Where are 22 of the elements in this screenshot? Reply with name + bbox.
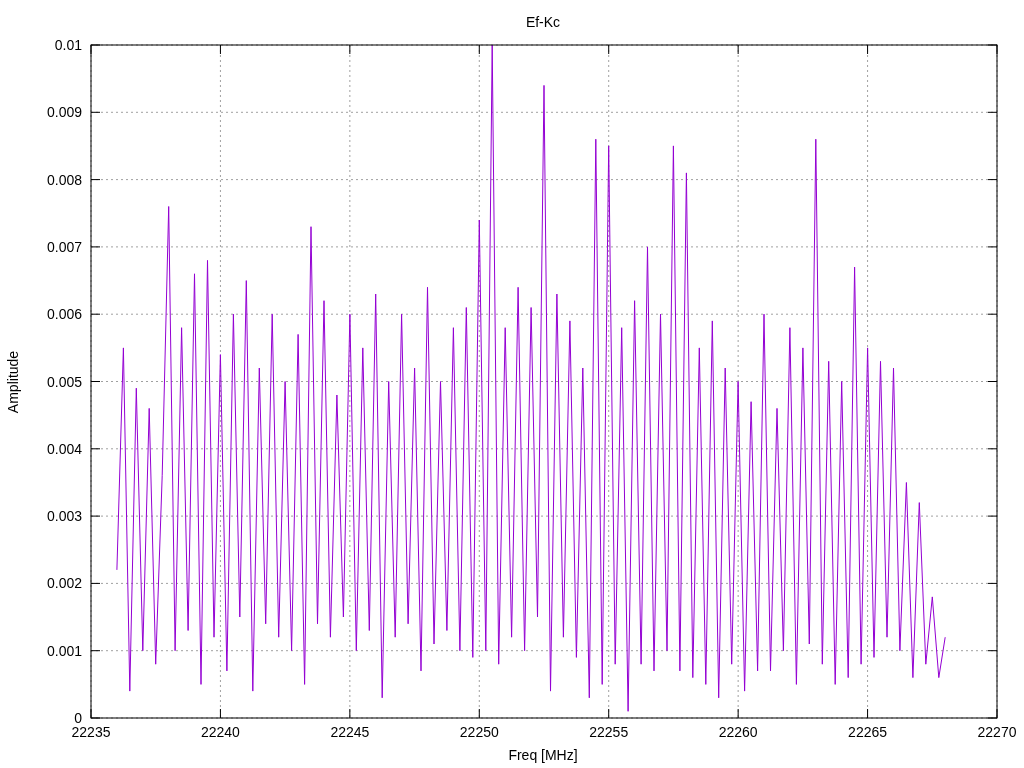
tick-label: 0.01	[54, 37, 82, 53]
tick-label: 22265	[848, 724, 888, 740]
y-axis-label: Amplitude	[5, 350, 21, 414]
tick-label: 22260	[718, 724, 758, 740]
x-axis-label: Freq [MHz]	[508, 747, 578, 763]
tick-label: 0.008	[46, 171, 82, 188]
tick-label: 0	[74, 710, 82, 726]
tick-label: 0.003	[46, 508, 82, 525]
tick-label: 0.005	[46, 373, 82, 390]
tick-label: 22235	[71, 724, 111, 740]
tick-label: 0.004	[46, 440, 82, 457]
chart-title: Ef-Kc	[525, 14, 561, 30]
tick-label: 22250	[459, 724, 499, 740]
tick-label: 0.006	[46, 306, 82, 323]
tick-label: 22270	[977, 724, 1017, 740]
tick-label: 0.002	[46, 575, 82, 592]
tick-label: 22245	[330, 724, 370, 740]
tick-label: 0.009	[46, 104, 82, 121]
tick-label: 0.001	[46, 642, 82, 659]
tick-label: 22255	[589, 724, 629, 740]
tick-label: 22240	[200, 724, 240, 740]
tick-label: 0.007	[46, 238, 82, 255]
